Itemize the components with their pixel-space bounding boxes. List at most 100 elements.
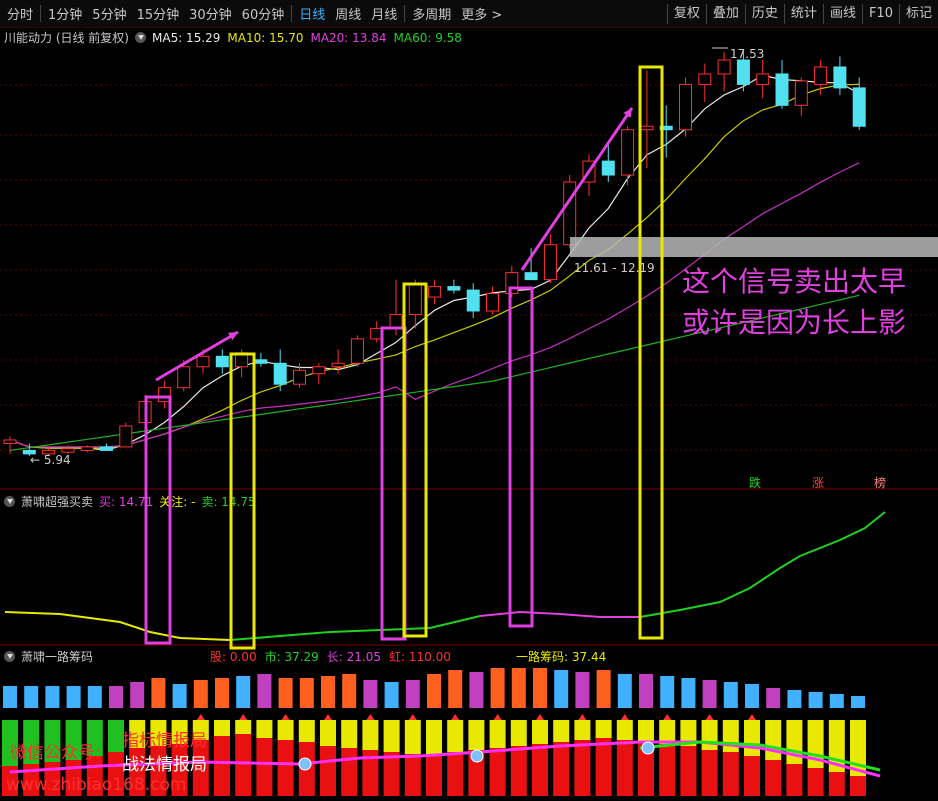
chip-bar-lower — [850, 776, 866, 796]
chip-bar-upper — [722, 720, 739, 752]
chip-bar-lower — [532, 744, 548, 796]
candle-body — [679, 83, 692, 131]
chip-bar-top — [342, 674, 357, 708]
chip-marker — [281, 714, 290, 720]
signal-box — [380, 326, 407, 641]
chip-bar-upper — [616, 720, 633, 740]
candle-body — [505, 272, 519, 295]
chip-marker — [366, 714, 375, 720]
signal-box — [508, 286, 534, 628]
chip-bar-upper — [235, 720, 252, 734]
candle-body — [814, 66, 828, 85]
chip-bar-top — [193, 680, 208, 708]
watermark-wechat: 微信公众号: — [10, 743, 101, 763]
chip-bar-top — [448, 670, 463, 708]
price-band — [570, 237, 938, 257]
chip-bar-upper — [214, 720, 230, 736]
chip-bar-upper — [341, 720, 358, 748]
candle-body — [756, 73, 770, 85]
chip-bar-lower — [510, 746, 527, 796]
chip-bar-top — [533, 668, 547, 708]
chip-bar-lower — [786, 764, 803, 796]
watermark-line2: 战法情报局 — [122, 755, 207, 775]
chip-bar-lower — [341, 748, 358, 796]
chip-bar-top — [278, 678, 293, 708]
indicator-line — [229, 615, 481, 641]
signal-box — [402, 282, 428, 638]
chip-bar-upper — [659, 720, 676, 744]
chip-bar-top — [236, 676, 251, 708]
chart-canvas[interactable]: 17.53 ← 5.94 11.61 - 12.19 跌 涨 榜 — [0, 0, 938, 801]
chip-bar-lower — [553, 742, 570, 796]
candle-body — [254, 359, 268, 364]
chip-bar-top — [45, 686, 60, 708]
chip-bar-top — [172, 684, 187, 708]
candle-body — [177, 366, 191, 389]
candle-body — [3, 439, 17, 444]
candle-body — [350, 338, 364, 364]
watermark-url: www.zhibiao168.com — [6, 775, 187, 795]
signal-box — [229, 352, 256, 650]
candle-body — [331, 362, 345, 368]
chip-marker — [239, 714, 248, 720]
chip-bar-top — [829, 694, 844, 708]
candle-body — [794, 80, 808, 106]
chip-bar-lower — [744, 756, 760, 796]
chip-bar-top — [363, 680, 378, 708]
chip-bar-top — [215, 678, 229, 708]
chip-bar-lower — [447, 752, 464, 796]
chip-bar-top — [405, 680, 420, 708]
chip-bar-top — [639, 674, 653, 708]
chip-bar-top — [299, 678, 314, 708]
chip-bar-top — [808, 692, 823, 708]
candle-body — [447, 286, 461, 291]
signal-label: 榜 — [874, 475, 886, 490]
chip-bar-top — [427, 674, 441, 708]
chip-bar-top — [745, 684, 759, 708]
chip-bar-top — [490, 668, 505, 708]
chip-bar-lower — [828, 772, 845, 796]
chip-bar-top — [851, 696, 865, 708]
chip-bar-upper — [510, 720, 527, 746]
chip-bar-lower — [616, 740, 633, 796]
candle-body — [428, 286, 442, 298]
chip-marker — [408, 714, 417, 720]
chip-bar-top — [130, 682, 145, 708]
chip-bar-lower — [277, 740, 294, 796]
chip-bar-upper — [277, 720, 294, 740]
chip-bar-top — [766, 688, 781, 708]
chip-bar-lower — [426, 756, 442, 796]
chip-bar-lower — [701, 750, 718, 796]
chip-dot — [641, 741, 655, 755]
candle-body — [100, 446, 113, 451]
chip-bar-upper — [553, 720, 570, 742]
candle-body — [196, 355, 210, 368]
chip-dot — [298, 757, 312, 771]
annotation-line2: 或许是因为长上影 — [682, 306, 907, 339]
chip-bar-upper — [574, 720, 591, 740]
chip-bar-lower — [235, 734, 252, 796]
chip-bar-top — [617, 674, 632, 708]
candle-body — [61, 448, 75, 453]
indicator-line — [639, 511, 886, 618]
chip-bar-upper — [298, 720, 315, 742]
candle-body — [524, 272, 538, 281]
chip-bar-top — [723, 682, 738, 708]
high-label: 17.53 — [730, 47, 764, 61]
chip-bar-top — [3, 686, 17, 708]
chip-bar-upper — [532, 720, 548, 744]
chip-bar-lower — [722, 752, 739, 796]
candle-body — [640, 125, 654, 131]
candle-body — [775, 73, 789, 106]
chip-bar-upper — [701, 720, 718, 750]
chip-bar-upper — [744, 720, 760, 756]
chip-bar-top — [511, 668, 526, 708]
candle-body — [293, 369, 306, 385]
signal-label: 涨 — [812, 475, 824, 490]
chip-bar-lower — [256, 738, 273, 796]
candle-body — [408, 282, 422, 315]
signal-label: 跌 — [749, 475, 761, 490]
candle-body — [80, 446, 94, 451]
candle-body — [312, 366, 326, 375]
chip-bar-top — [384, 682, 399, 708]
